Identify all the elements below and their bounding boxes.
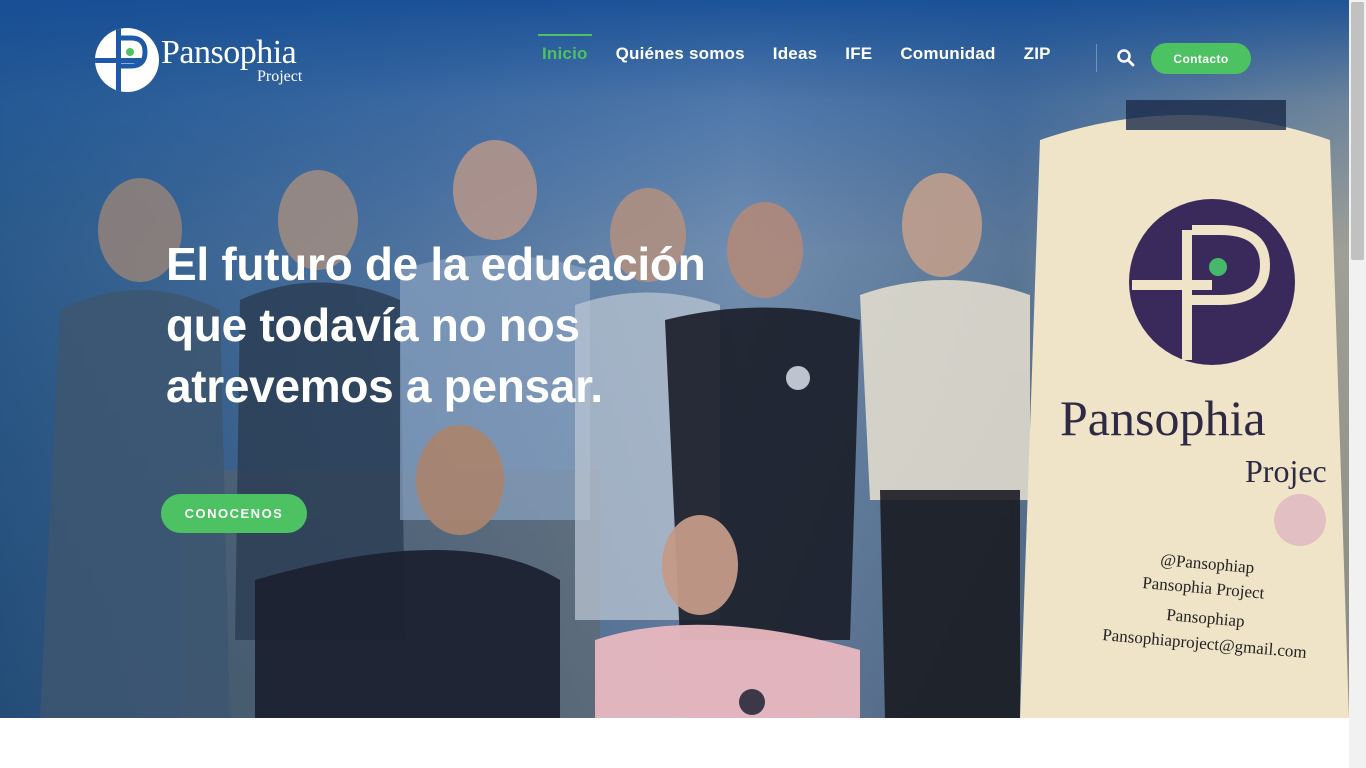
- nav-item-ife[interactable]: IFE: [831, 34, 886, 74]
- nav-item-comunidad[interactable]: Comunidad: [886, 34, 1009, 74]
- logo[interactable]: Pansophia Project: [95, 28, 315, 92]
- page-scrollbar-thumb[interactable]: [1351, 2, 1364, 260]
- hero-headline: El futuro de la educación que todavía no…: [166, 234, 806, 417]
- hero-headline-line-3: atrevemos a pensar.: [166, 360, 603, 412]
- nav-item-ideas[interactable]: Ideas: [759, 34, 831, 74]
- hero-section: Pansophia Projec @Pansophiap Pansophia P…: [0, 0, 1349, 718]
- nav-divider: [1096, 44, 1097, 72]
- hero-headline-line-1: El futuro de la educación: [166, 238, 706, 290]
- banner-brand-sub: Projec: [1245, 453, 1327, 489]
- main-nav: Inicio Quiénes somos Ideas IFE Comunidad…: [528, 34, 1065, 74]
- nav-item-zip[interactable]: ZIP: [1010, 34, 1065, 74]
- logo-sub: Project: [257, 68, 303, 85]
- logo-name: Pansophia: [161, 34, 297, 71]
- contact-button[interactable]: Contacto: [1151, 43, 1251, 74]
- search-icon[interactable]: [1116, 48, 1136, 68]
- navbar: Pansophia Project Inicio Quiénes somos I…: [0, 0, 1349, 110]
- banner-brand-name: Pansophia: [1060, 390, 1266, 446]
- conocenos-button[interactable]: CONOCENOS: [161, 494, 307, 533]
- nav-item-quienes-somos[interactable]: Quiénes somos: [602, 34, 759, 74]
- pansophia-banner: Pansophia Projec @Pansophiap Pansophia P…: [1020, 100, 1349, 718]
- logo-mark: [95, 28, 159, 92]
- hero-headline-line-2: que todavía no nos: [166, 299, 580, 351]
- nav-item-inicio[interactable]: Inicio: [528, 34, 602, 74]
